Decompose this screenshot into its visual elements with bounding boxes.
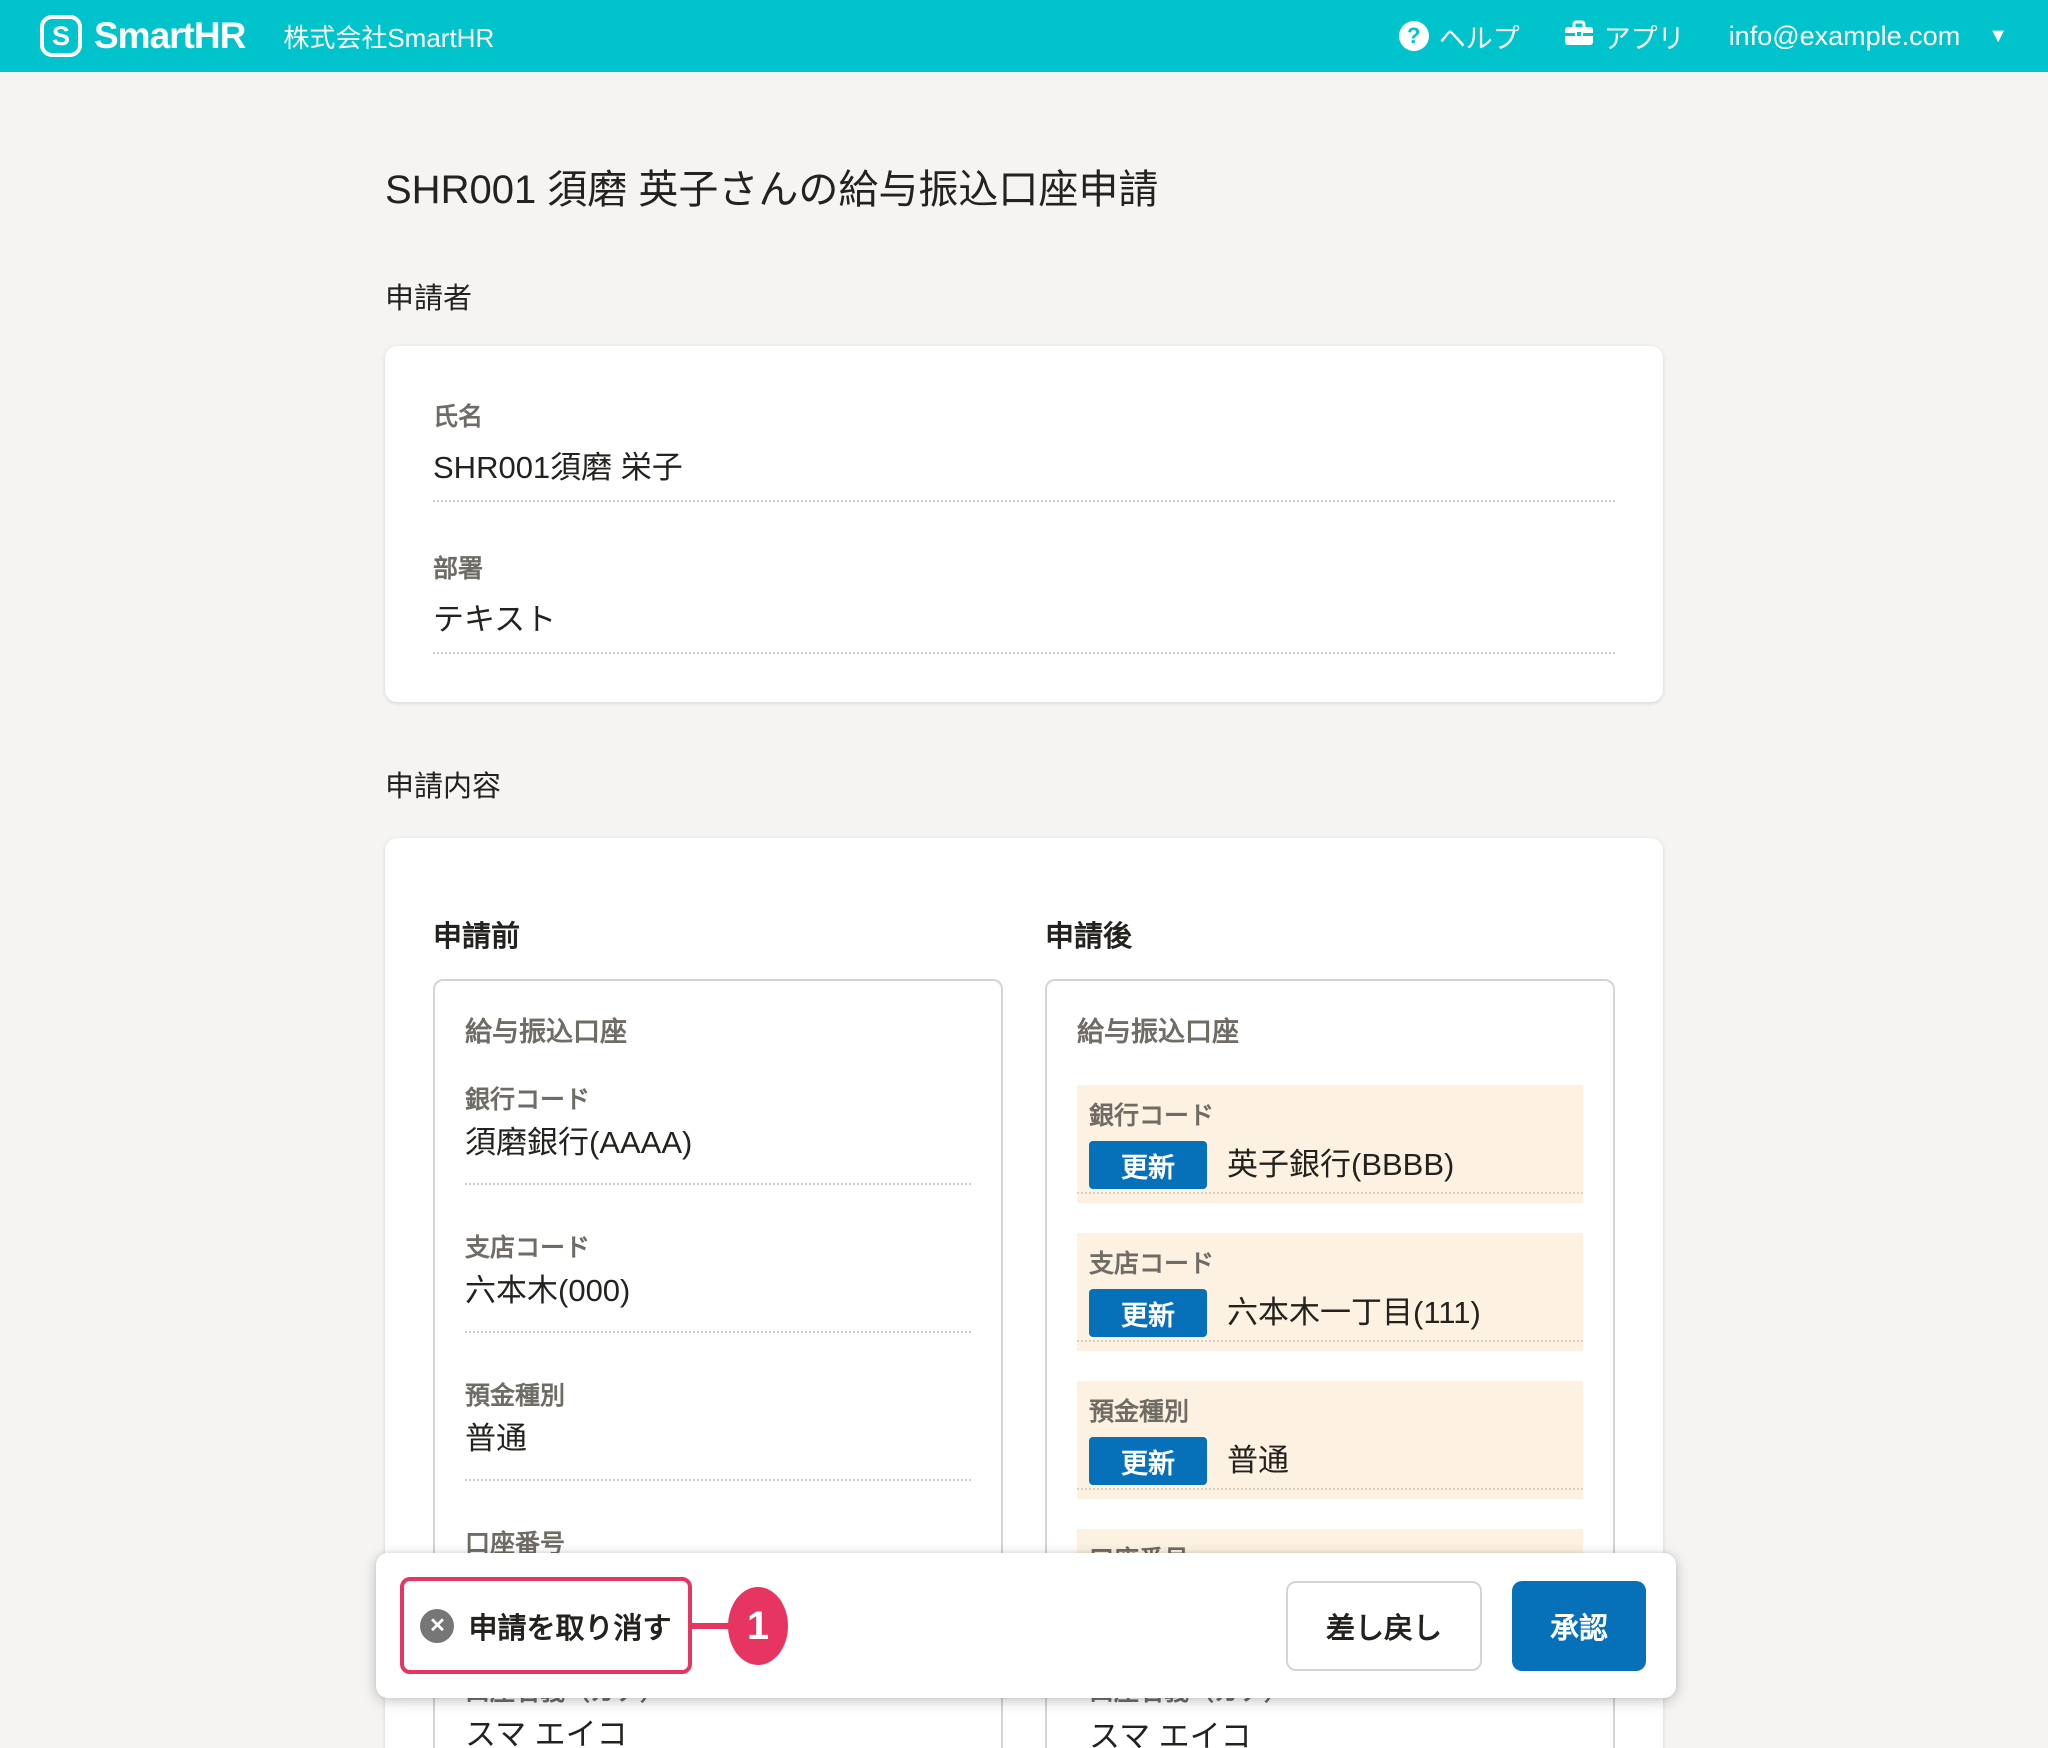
group-title: 給与振込口座 (1077, 1017, 1583, 1047)
apps-link[interactable]: アプリ (1564, 17, 1685, 56)
field-value: 普通 (1227, 1437, 1289, 1485)
approve-label: 承認 (1550, 1605, 1608, 1647)
company-name: 株式会社SmartHR (283, 18, 494, 55)
field-value: テキスト (433, 602, 1615, 638)
field-label: 氏名 (433, 402, 1615, 432)
before-account-type: 預金種別 普通 (465, 1381, 971, 1481)
logo-text: SmartHR (94, 15, 245, 57)
question-circle-icon: ? (1399, 21, 1429, 51)
updated-badge: 更新 (1089, 1289, 1207, 1337)
after-heading: 申請後 (1045, 920, 1615, 954)
field-value: 普通 (465, 1421, 971, 1457)
request-section-heading: 申請内容 (385, 770, 1663, 804)
field-label: 預金種別 (1089, 1397, 1571, 1427)
field-value: 英子銀行(BBBB) (1227, 1141, 1454, 1189)
smarthr-approval-page: S SmartHR 株式会社SmartHR ? ヘルプ アプリ info@exa… (0, 0, 2048, 1748)
after-branch-code: 支店コード 更新 六本木一丁目(111) (1077, 1233, 1583, 1351)
field-value: 六本木(000) (465, 1273, 971, 1309)
smarthr-logo-icon: S (40, 15, 82, 57)
cancel-request-button[interactable]: ✕ 申請を取り消す (400, 1577, 692, 1674)
account-menu[interactable]: info@example.com (1729, 21, 1961, 52)
field-value: 六本木一丁目(111) (1227, 1289, 1481, 1337)
help-link[interactable]: ? ヘルプ (1399, 17, 1520, 56)
apps-label: アプリ (1604, 17, 1685, 56)
remand-button[interactable]: 差し戻し (1286, 1581, 1482, 1671)
before-heading: 申請前 (433, 920, 1003, 954)
approve-button[interactable]: 承認 (1512, 1581, 1646, 1671)
field-label: 銀行コード (465, 1085, 971, 1115)
field-label: 支店コード (465, 1233, 971, 1263)
page-title: SHR001 須磨 英子さんの給与振込口座申請 (385, 72, 1663, 214)
applicant-card: 氏名 SHR001須磨 栄子 部署 テキスト (385, 346, 1663, 702)
field-label: 銀行コード (1089, 1101, 1571, 1131)
applicant-name-field: 氏名 SHR001須磨 栄子 (433, 402, 1615, 502)
after-bank-code: 銀行コード 更新 英子銀行(BBBB) (1077, 1085, 1583, 1203)
briefcase-icon (1564, 19, 1594, 54)
annotation-connector (692, 1623, 730, 1629)
before-bank-code: 銀行コード 須磨銀行(AAAA) (465, 1085, 971, 1185)
before-branch-code: 支店コード 六本木(000) (465, 1233, 971, 1333)
annotation-number-badge: 1 (728, 1587, 788, 1665)
cancel-request-label: 申請を取り消す (468, 1605, 671, 1647)
applicant-department-field: 部署 テキスト (433, 554, 1615, 654)
updated-badge: 更新 (1089, 1437, 1207, 1485)
field-label: 支店コード (1089, 1249, 1571, 1279)
app-header: S SmartHR 株式会社SmartHR ? ヘルプ アプリ info@exa… (0, 0, 2048, 72)
field-value: 須磨銀行(AAAA) (465, 1125, 971, 1161)
field-value: スマ エイコ (1089, 1717, 1571, 1748)
annotation-number: 1 (747, 1604, 769, 1649)
times-circle-icon: ✕ (420, 1609, 454, 1643)
field-label: 部署 (433, 554, 1615, 584)
user-email: info@example.com (1729, 21, 1961, 52)
caret-down-icon[interactable]: ▼ (1988, 25, 2008, 48)
field-label: 預金種別 (465, 1381, 971, 1411)
logo-letter: S (52, 23, 70, 50)
remand-label: 差し戻し (1326, 1605, 1442, 1647)
header-actions: ? ヘルプ アプリ info@example.com ▼ (1399, 17, 2008, 56)
field-value: SHR001須磨 栄子 (433, 450, 1615, 486)
help-label: ヘルプ (1439, 17, 1520, 56)
main-content: SHR001 須磨 英子さんの給与振込口座申請 申請者 氏名 SHR001須磨 … (385, 72, 1663, 1748)
updated-badge: 更新 (1089, 1141, 1207, 1189)
smarthr-logo[interactable]: S SmartHR (40, 15, 245, 57)
applicant-section-heading: 申請者 (385, 282, 1663, 316)
action-bar: ✕ 申請を取り消す 1 差し戻し 承認 (376, 1553, 1676, 1698)
field-value: スマ エイコ (465, 1717, 971, 1748)
group-title: 給与振込口座 (465, 1017, 971, 1047)
after-account-type: 預金種別 更新 普通 (1077, 1381, 1583, 1499)
